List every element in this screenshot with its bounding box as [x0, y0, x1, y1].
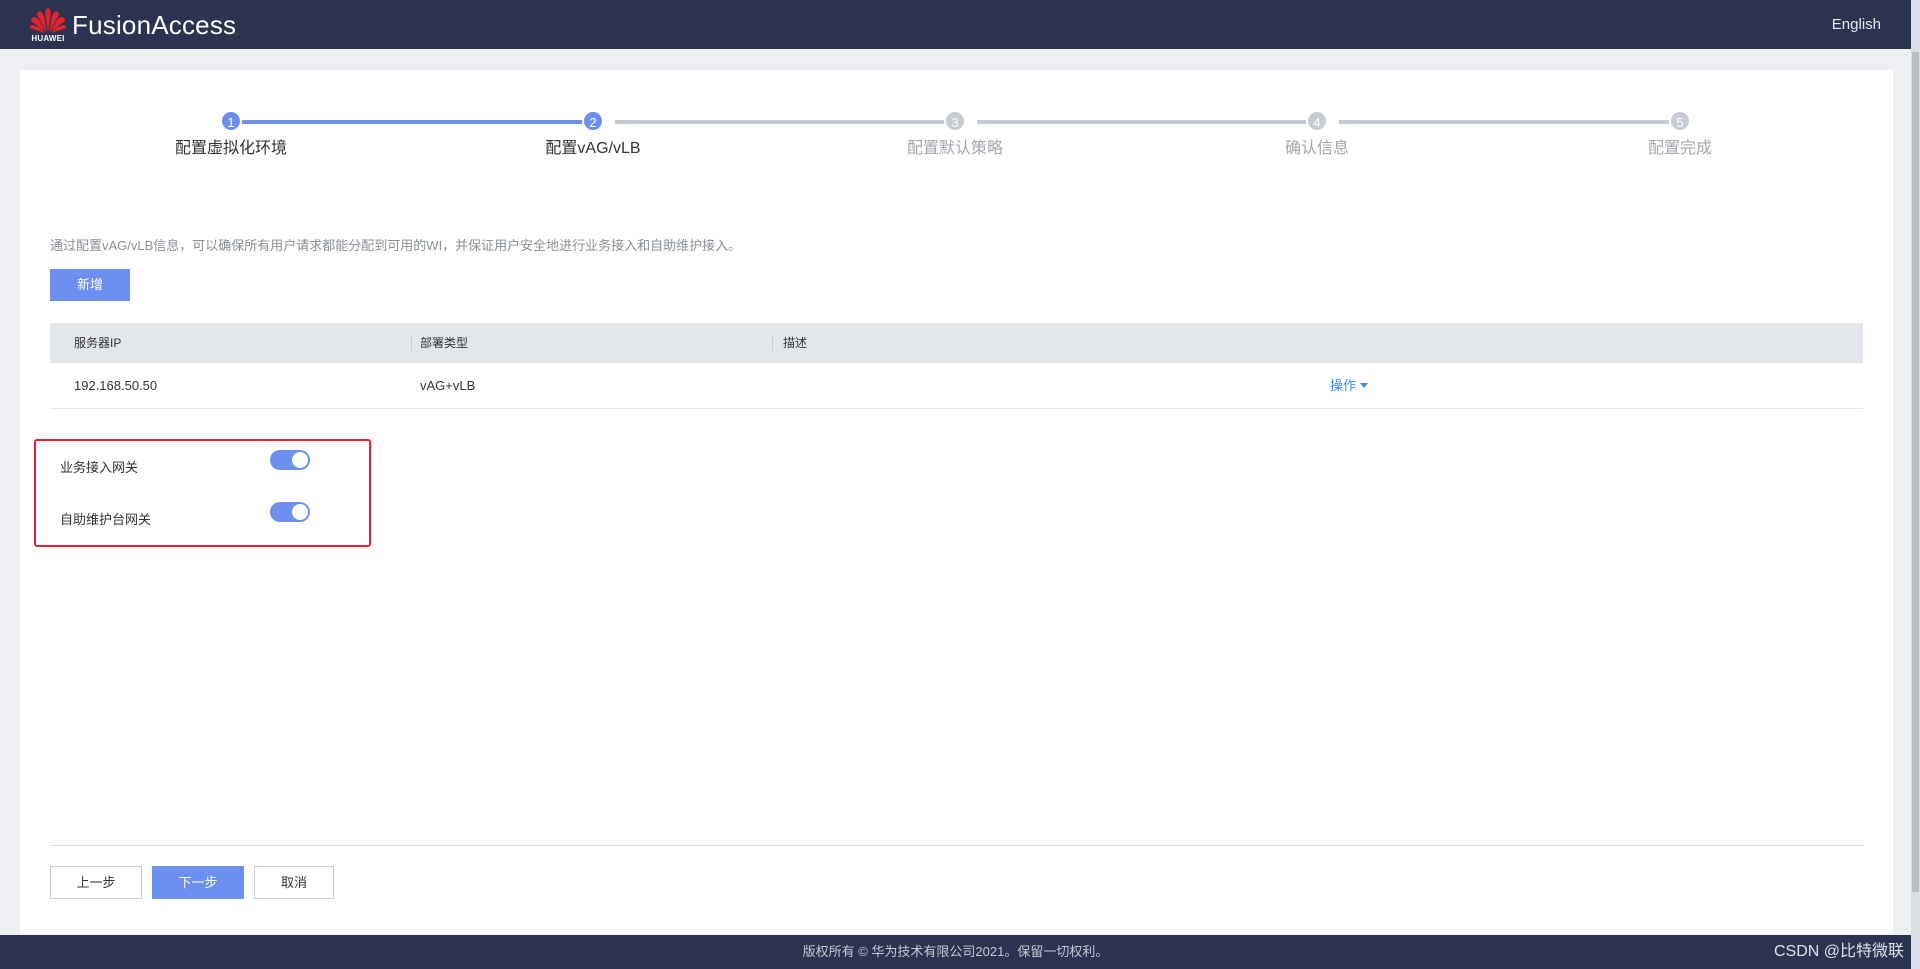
step-5: 5 配置完成 — [1580, 110, 1780, 158]
cell-deploy-type: vAG+vLB — [420, 378, 476, 393]
watermark-text: CSDN @比特微联 — [1773, 943, 1904, 960]
caret-down-icon[interactable] — [1360, 383, 1369, 389]
next-step-button[interactable]: 下一步 — [152, 866, 244, 899]
step-1-number: 1 — [220, 110, 242, 132]
highlight-box — [34, 439, 371, 547]
step-2-number: 2 — [582, 110, 604, 132]
self-maintenance-gateway-toggle[interactable] — [270, 502, 310, 522]
page-footer: 版权所有 © 华为技术有限公司2021。保留一切权利。 — [0, 935, 1911, 969]
self-maintenance-gateway-label: 自助维护台网关 — [60, 512, 152, 527]
brand-label: HUAWEI — [31, 34, 65, 43]
step-3: 3 配置默认策略 — [855, 110, 1055, 158]
wizard-stepper: 1 配置虚拟化环境 2 配置vAG/vLB 3 配置默认策略 4 确认信息 5 … — [20, 110, 1893, 170]
cancel-button[interactable]: 取消 — [254, 866, 334, 899]
wizard-card: 1 配置虚拟化环境 2 配置vAG/vLB 3 配置默认策略 4 确认信息 5 … — [20, 70, 1893, 934]
step-1: 1 配置虚拟化环境 — [131, 110, 331, 158]
step-4-number: 4 — [1306, 110, 1328, 132]
page-description: 通过配置vAG/vLB信息，可以确保所有用户请求都能分配到可用的WI，并保证用户… — [50, 238, 742, 253]
server-table: 服务器IP 部署类型 描述 192.168.50.50 vAG+vLB 操作 — [50, 323, 1863, 409]
step-3-number: 3 — [944, 110, 966, 132]
huawei-logo: HUAWEI — [28, 6, 68, 44]
footer-divider — [50, 845, 1865, 846]
step-3-label: 配置默认策略 — [906, 140, 1003, 157]
column-divider — [772, 335, 773, 351]
step-5-label: 配置完成 — [1647, 140, 1712, 157]
column-header-description[interactable]: 描述 — [783, 323, 807, 363]
scrollbar-thumb[interactable] — [1912, 52, 1919, 892]
add-button[interactable]: 新增 — [50, 269, 130, 301]
step-4-label: 确认信息 — [1284, 140, 1349, 157]
table-row: 192.168.50.50 vAG+vLB 操作 — [50, 363, 1863, 409]
table-header: 服务器IP 部署类型 描述 — [50, 323, 1863, 363]
toggle-knob — [292, 504, 308, 520]
huawei-flower-icon — [30, 8, 66, 33]
top-header: HUAWEI FusionAccess English — [0, 0, 1911, 49]
step-1-label: 配置虚拟化环境 — [174, 140, 287, 157]
row-actions-dropdown[interactable]: 操作 — [1330, 363, 1369, 409]
service-gateway-label: 业务接入网关 — [60, 460, 139, 475]
column-header-server-ip[interactable]: 服务器IP — [74, 323, 121, 363]
cell-server-ip: 192.168.50.50 — [74, 378, 158, 393]
copyright-text: 版权所有 © 华为技术有限公司2021。保留一切权利。 — [802, 944, 1109, 959]
app-title: FusionAccess — [72, 10, 237, 40]
step-2: 2 配置vAG/vLB — [493, 110, 693, 158]
language-switch-link[interactable]: English — [1832, 16, 1881, 33]
toggle-knob — [292, 452, 308, 468]
page-scrollbar[interactable] — [1911, 0, 1920, 969]
service-gateway-toggle[interactable] — [270, 450, 310, 470]
column-header-deploy-type[interactable]: 部署类型 — [420, 323, 468, 363]
row-actions-label[interactable]: 操作 — [1330, 378, 1356, 393]
step-5-number: 5 — [1669, 110, 1691, 132]
step-4: 4 确认信息 — [1217, 110, 1417, 158]
step-2-label: 配置vAG/vLB — [545, 140, 641, 157]
column-divider — [411, 335, 412, 351]
previous-step-button[interactable]: 上一步 — [50, 866, 142, 899]
